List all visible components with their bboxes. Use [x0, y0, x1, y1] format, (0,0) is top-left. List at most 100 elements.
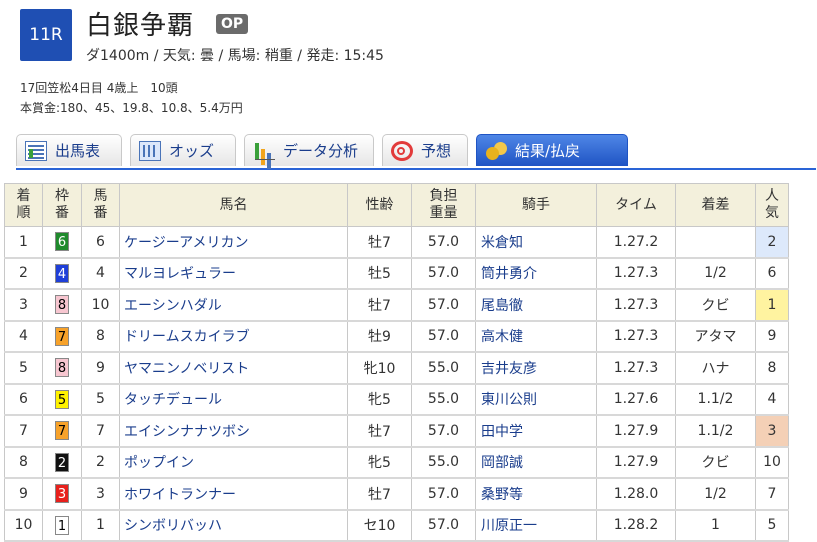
margin-cell: 1/2 — [675, 477, 756, 510]
jockey-link[interactable]: 田中学 — [475, 414, 597, 447]
grade-badge: OP — [216, 14, 249, 34]
sex-age-cell: 牝10 — [347, 351, 412, 384]
table-row: 5 8 9 ヤマニンノベリスト 牝10 55.0 吉井友彦 1.27.3 ハナ 8 — [4, 351, 789, 384]
weight-cell: 55.0 — [411, 383, 476, 416]
horse-name-link[interactable]: ホワイトランナー — [119, 477, 348, 510]
waku-cell: 8 — [42, 351, 82, 384]
margin-cell: アタマ — [675, 320, 756, 353]
horse-number-cell: 1 — [81, 509, 120, 542]
horse-name-link[interactable]: ケージーアメリカン — [119, 226, 348, 258]
waku-cell: 6 — [42, 226, 82, 258]
jockey-link[interactable]: 東川公則 — [475, 383, 597, 416]
waku-cell: 1 — [42, 509, 82, 542]
tab-race-card[interactable]: 出馬表 — [16, 134, 122, 166]
race-tabs: 出馬表 オッズ データ分析 予想 結果/払戻 — [16, 134, 816, 170]
horse-name-link[interactable]: タッチデュール — [119, 383, 348, 416]
race-title: 白銀争覇 — [86, 11, 195, 41]
rank-cell: 2 — [4, 257, 43, 290]
sex-age-cell: 牡7 — [347, 226, 412, 258]
jockey-link[interactable]: 吉井友彦 — [475, 351, 597, 384]
horse-number-cell: 2 — [81, 446, 120, 479]
jockey-link[interactable]: 尾島徹 — [475, 288, 597, 321]
table-row: 2 4 4 マルヨレギュラー 牡5 57.0 筒井勇介 1.27.3 1/2 6 — [4, 257, 789, 290]
rank-cell: 9 — [4, 477, 43, 510]
popularity-cell: 3 — [755, 414, 789, 447]
horse-name-link[interactable]: ポップイン — [119, 446, 348, 479]
tab-results[interactable]: 結果/払戻 — [476, 134, 628, 166]
tab-prediction[interactable]: 予想 — [382, 134, 468, 166]
header-weight: 負担 重量 — [411, 183, 476, 227]
horse-name-link[interactable]: ヤマニンノベリスト — [119, 351, 348, 384]
waku-badge: 5 — [55, 389, 69, 409]
header-popularity: 人気 — [755, 183, 789, 227]
rank-cell: 1 — [4, 226, 43, 258]
tab-data-analysis[interactable]: データ分析 — [244, 134, 374, 166]
popularity-cell: 5 — [755, 509, 789, 542]
jockey-link[interactable]: 岡部誠 — [475, 446, 597, 479]
table-row: 10 1 1 シンボリバッハ セ10 57.0 川原正一 1.28.2 1 5 — [4, 509, 789, 542]
waku-cell: 2 — [42, 446, 82, 479]
popularity-cell: 9 — [755, 320, 789, 353]
header-rank: 着順 — [4, 183, 43, 227]
tab-label: 結果/払戻 — [515, 142, 581, 160]
weight-cell: 57.0 — [411, 226, 476, 258]
tab-label: 出馬表 — [55, 142, 101, 160]
horse-name-link[interactable]: マルヨレギュラー — [119, 257, 348, 290]
sex-age-cell: 牡9 — [347, 320, 412, 353]
margin-cell — [675, 226, 756, 258]
tab-label: オッズ — [169, 142, 215, 160]
rank-cell: 6 — [4, 383, 43, 416]
horse-name-link[interactable]: ドリームスカイラブ — [119, 320, 348, 353]
rank-cell: 4 — [4, 320, 43, 353]
table-row: 8 2 2 ポップイン 牝5 55.0 岡部誠 1.27.9 クビ 10 — [4, 446, 789, 479]
waku-cell: 7 — [42, 414, 82, 447]
weight-cell: 57.0 — [411, 257, 476, 290]
time-cell: 1.27.6 — [596, 383, 676, 416]
coins-icon — [485, 141, 507, 161]
weight-cell: 57.0 — [411, 320, 476, 353]
horse-number-cell: 3 — [81, 477, 120, 510]
waku-badge: 8 — [55, 295, 69, 315]
popularity-cell: 7 — [755, 477, 789, 510]
waku-cell: 8 — [42, 288, 82, 321]
time-cell: 1.27.9 — [596, 414, 676, 447]
rank-cell: 7 — [4, 414, 43, 447]
margin-cell: 1/2 — [675, 257, 756, 290]
time-cell: 1.27.3 — [596, 257, 676, 290]
popularity-cell: 4 — [755, 383, 789, 416]
margin-cell: 1 — [675, 509, 756, 542]
weight-cell: 55.0 — [411, 351, 476, 384]
tab-odds[interactable]: オッズ — [130, 134, 236, 166]
jockey-link[interactable]: 筒井勇介 — [475, 257, 597, 290]
time-cell: 1.28.0 — [596, 477, 676, 510]
popularity-cell: 1 — [755, 288, 789, 321]
jockey-link[interactable]: 川原正一 — [475, 509, 597, 542]
table-row: 6 5 5 タッチデュール 牝5 55.0 東川公則 1.27.6 1.1/2 4 — [4, 383, 789, 416]
waku-badge: 3 — [55, 484, 69, 504]
horse-number-cell: 6 — [81, 226, 120, 258]
jockey-link[interactable]: 桑野等 — [475, 477, 597, 510]
margin-cell: 1.1/2 — [675, 414, 756, 447]
jockey-link[interactable]: 高木健 — [475, 320, 597, 353]
horse-name-link[interactable]: エーシンハダル — [119, 288, 348, 321]
header-jockey: 騎手 — [475, 183, 597, 227]
sex-age-cell: 牝5 — [347, 383, 412, 416]
popularity-cell: 6 — [755, 257, 789, 290]
popularity-cell: 10 — [755, 446, 789, 479]
sex-age-cell: 牡7 — [347, 477, 412, 510]
horse-name-link[interactable]: シンボリバッハ — [119, 509, 348, 542]
table-row: 9 3 3 ホワイトランナー 牡7 57.0 桑野等 1.28.0 1/2 7 — [4, 477, 789, 510]
tab-label: データ分析 — [283, 142, 359, 160]
time-cell: 1.28.2 — [596, 509, 676, 542]
weight-cell: 55.0 — [411, 446, 476, 479]
horse-number-cell: 5 — [81, 383, 120, 416]
time-cell: 1.27.3 — [596, 288, 676, 321]
time-cell: 1.27.3 — [596, 320, 676, 353]
sex-age-cell: 牡7 — [347, 288, 412, 321]
horse-name-link[interactable]: エイシンナナツボシ — [119, 414, 348, 447]
waku-cell: 4 — [42, 257, 82, 290]
jockey-link[interactable]: 米倉知 — [475, 226, 597, 258]
rank-cell: 10 — [4, 509, 43, 542]
margin-cell: 1.1/2 — [675, 383, 756, 416]
horse-number-cell: 7 — [81, 414, 120, 447]
